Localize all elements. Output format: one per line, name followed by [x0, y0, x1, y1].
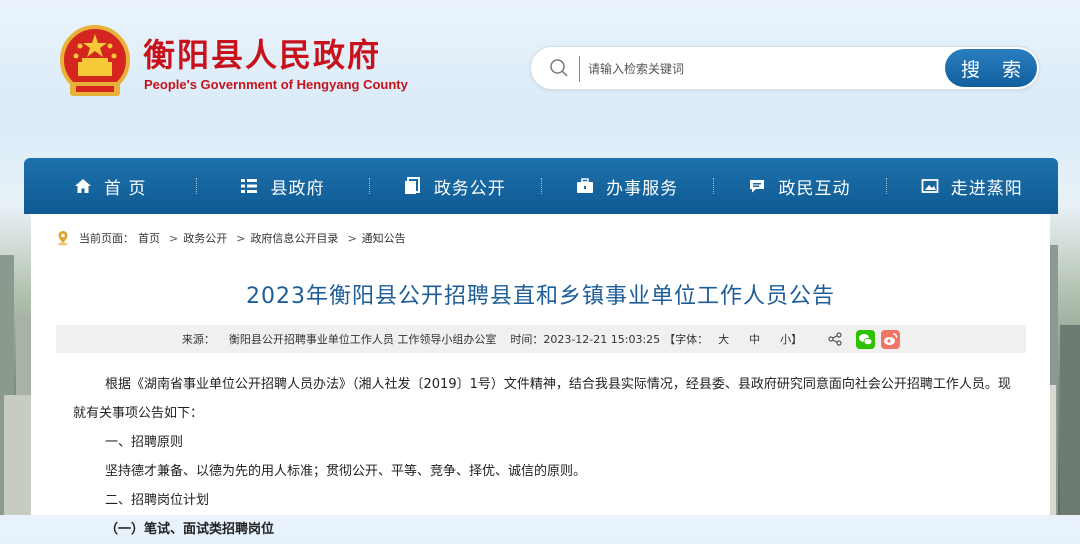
breadcrumb-notices[interactable]: 通知公告 — [362, 230, 406, 246]
nav-item-county-government[interactable]: 县政府 — [196, 158, 368, 214]
breadcrumb-separator: > — [347, 231, 357, 245]
article-paragraph: 根据《湖南省事业单位公开招聘人员办法》（湘人社发〔2019〕1号）文件精神，结合… — [73, 377, 1011, 421]
breadcrumb-prefix: 当前页面： — [79, 232, 134, 245]
wechat-share-icon[interactable] — [856, 329, 876, 349]
nav-item-about-zhengyang[interactable]: 走进蒸阳 — [885, 158, 1058, 214]
list-icon — [241, 179, 258, 193]
nav-label: 政务公开 — [433, 178, 506, 199]
site-header: 衡阳县人民政府 People's Government of Hengyang … — [0, 0, 1080, 160]
breadcrumb-separator: > — [236, 231, 246, 245]
nav-item-home[interactable]: 首 页 — [24, 158, 196, 214]
main-nav: 首 页 县政府 政务公开 办事服务 政民互动 走进蒸阳 — [24, 158, 1058, 214]
article-title: 2023年衡阳县公开招聘县直和乡镇事业单位工作人员公告 — [246, 284, 835, 309]
source-label: 来源： — [181, 333, 215, 346]
document-icon — [404, 177, 420, 194]
article-heading: 一、招聘原则 — [105, 435, 184, 450]
content-panel: 当前页面： 首页 > 政务公开 > 政府信息公开目录 > 通知公告 2023年衡… — [31, 214, 1050, 537]
home-icon — [74, 179, 91, 193]
article-body: 根据《湖南省事业单位公开招聘人员办法》（湘人社发〔2019〕1号）文件精神，结合… — [73, 370, 1023, 544]
breadcrumb-separator: > — [169, 231, 179, 245]
location-pin-icon — [58, 231, 68, 246]
nav-item-services[interactable]: 办事服务 — [540, 158, 713, 214]
search-icon — [550, 59, 568, 77]
nav-label: 县政府 — [270, 178, 325, 199]
nav-label: 政民互动 — [778, 178, 851, 199]
time-label: 时间： — [510, 333, 544, 346]
source-value: 衡阳县公开招聘事业单位工作人员 工作领导小组办公室 — [228, 333, 497, 346]
nav-label: 办事服务 — [606, 178, 679, 199]
font-size-label: 【字体： — [664, 333, 709, 346]
weibo-share-icon[interactable] — [881, 329, 901, 349]
font-size-medium-button[interactable]: 中 — [749, 331, 760, 347]
nav-label: 走进蒸阳 — [950, 178, 1023, 199]
briefcase-icon — [577, 178, 594, 193]
nav-item-government-affairs[interactable]: 政务公开 — [368, 158, 541, 214]
article-heading: 二、招聘岗位计划 — [105, 493, 210, 508]
font-size-large-button[interactable]: 大 — [718, 331, 729, 347]
share-icon[interactable] — [828, 332, 842, 346]
breadcrumb-info-directory[interactable]: 政府信息公开目录 — [250, 230, 338, 246]
search-button[interactable]: 搜 索 — [945, 49, 1037, 87]
picture-icon — [921, 179, 939, 193]
breadcrumb: 当前页面： 首页 > 政务公开 > 政府信息公开目录 > 通知公告 — [55, 230, 410, 246]
chat-icon — [750, 180, 765, 193]
article-paragraph: 坚持德才兼备、以德为先的用人标准；贯彻公开、平等、竞争、择优、诚信的原则。 — [105, 464, 587, 479]
font-size-small-button[interactable]: 小】 — [780, 331, 802, 347]
article-meta-bar: 来源： 衡阳县公开招聘事业单位工作人员 工作领导小组办公室 时间： 2023-1… — [56, 325, 1026, 353]
national-emblem-icon — [60, 25, 130, 96]
search-box: 搜 索 — [530, 46, 1040, 90]
site-subtitle: People's Government of Hengyang County — [144, 77, 408, 92]
site-title: 衡阳县人民政府 — [143, 36, 382, 74]
nav-item-interaction[interactable]: 政民互动 — [713, 158, 885, 214]
nav-label: 首 页 — [103, 178, 147, 199]
breadcrumb-government-affairs[interactable]: 政务公开 — [183, 230, 227, 246]
article-subheading: （一）笔试、面试类招聘岗位 — [105, 522, 275, 537]
breadcrumb-home[interactable]: 首页 — [138, 230, 160, 246]
search-input[interactable] — [579, 56, 940, 82]
time-value: 2023-12-21 15:03:25 — [543, 332, 661, 346]
